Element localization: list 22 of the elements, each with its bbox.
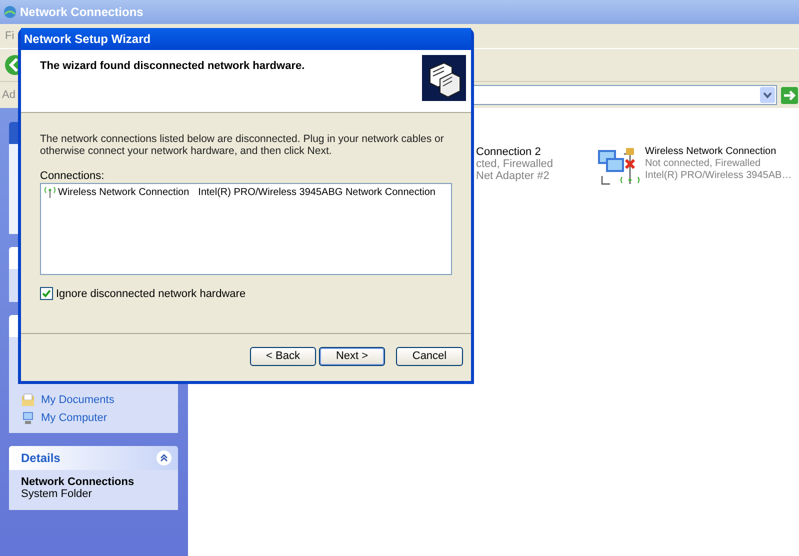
connection-text: cted, Firewalled bbox=[476, 158, 554, 170]
list-item[interactable]: Wireless Network Connection Intel(R) PRO/Wireless 3945ABG Network Connection bbox=[41, 184, 451, 200]
connection-status: Not connected, Firewalled bbox=[645, 158, 762, 170]
wizard-heading: The wizard found disconnected network hardware. bbox=[40, 60, 305, 72]
list-label: Connections: bbox=[40, 170, 106, 182]
connection-name[interactable]: Wireless Network Connection bbox=[645, 146, 792, 158]
panel-title: Details bbox=[21, 451, 60, 465]
sidebar-link[interactable]: My Documents bbox=[41, 394, 114, 406]
address-label: Ad bbox=[2, 89, 16, 101]
connection-text: Net Adapter #2 bbox=[476, 170, 550, 182]
dialog-button[interactable]: < Back bbox=[250, 346, 316, 366]
checkbox-label: Ignore disconnected network hardware bbox=[56, 288, 246, 300]
dialog-button[interactable]: Cancel bbox=[396, 346, 463, 366]
sidebar-link[interactable]: My Computer bbox=[41, 412, 108, 424]
instructions-text: The network connections listed below are disconnected. Plug in your network cables or otherwise connect your network hardware, and then click Next. bbox=[40, 133, 445, 157]
connection-text: Connection 2 bbox=[476, 146, 542, 158]
dialog-title: Network Setup Wizard bbox=[24, 32, 151, 46]
dialog-button[interactable]: Next > bbox=[319, 346, 385, 366]
connection-device: Intel(R) PRO/Wireless 3945AB… bbox=[645, 170, 792, 182]
window-title: Network Connections bbox=[20, 5, 144, 19]
folder-type: System Folder bbox=[21, 488, 93, 500]
folder-name: Network Connections bbox=[21, 476, 136, 488]
